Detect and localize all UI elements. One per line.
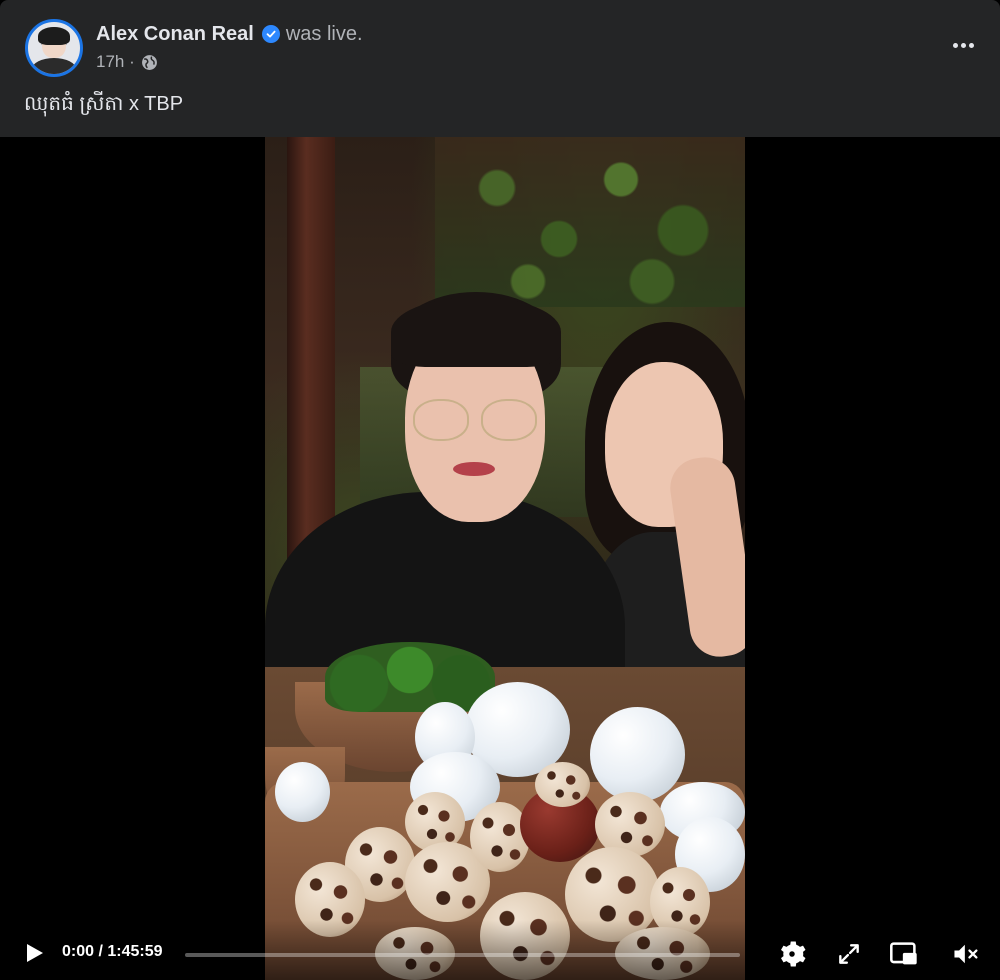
live-video-post: Alex Conan Real was live. 17h · ឈុតធំ ស្… — [0, 0, 1000, 980]
quail-egg — [535, 762, 590, 807]
eyeglasses — [413, 399, 537, 445]
video-controls: 0:00 / 1:45:59 — [0, 920, 1000, 980]
duck-egg — [590, 707, 685, 802]
more-options-button[interactable] — [948, 30, 978, 60]
time-separator: / — [94, 943, 108, 960]
picture-in-picture-icon — [890, 942, 917, 965]
more-options-dot — [960, 42, 966, 48]
picture-in-picture-button[interactable] — [888, 938, 920, 970]
author-avatar[interactable] — [25, 19, 83, 77]
settings-icon — [781, 941, 806, 967]
more-options-dot — [968, 42, 974, 48]
author-line: Alex Conan Real was live. — [96, 22, 363, 46]
leafy-greens — [325, 642, 495, 712]
play-button[interactable] — [22, 941, 46, 965]
mute-icon — [954, 944, 978, 964]
post-timestamp[interactable]: 17h · — [96, 52, 135, 72]
person-left-fringe — [391, 297, 561, 367]
current-time: 0:00 — [62, 943, 95, 960]
author-name[interactable]: Alex Conan Real — [96, 23, 254, 46]
avatar-hair — [38, 27, 70, 45]
globe-icon — [141, 54, 157, 70]
live-status-text: was live. — [285, 22, 363, 45]
settings-button[interactable] — [776, 938, 808, 970]
avatar-body — [32, 58, 76, 74]
video-player[interactable]: 0:00 / 1:45:59 — [0, 137, 1000, 980]
mute-button[interactable] — [950, 938, 982, 970]
fullscreen-button[interactable] — [833, 938, 865, 970]
duration: 1:45:59 — [107, 943, 163, 960]
verified-badge-icon — [261, 25, 280, 43]
duck-egg — [275, 762, 330, 822]
post-header: Alex Conan Real was live. 17h · ឈុតធំ ស្… — [0, 0, 1000, 137]
play-icon — [27, 944, 43, 962]
progress-bar[interactable] — [185, 953, 740, 957]
hanging-plants — [435, 137, 745, 307]
post-meta: 17h · — [96, 52, 158, 72]
lips — [453, 462, 495, 476]
video-frame[interactable] — [265, 137, 745, 980]
more-options-icon — [952, 42, 958, 48]
post-caption: ឈុតធំ ស្រីតា x TBP — [24, 93, 184, 115]
playback-time: 0:00 / 1:45:59 — [62, 943, 163, 961]
wooden-pillar — [287, 137, 335, 577]
fullscreen-icon — [839, 944, 859, 964]
